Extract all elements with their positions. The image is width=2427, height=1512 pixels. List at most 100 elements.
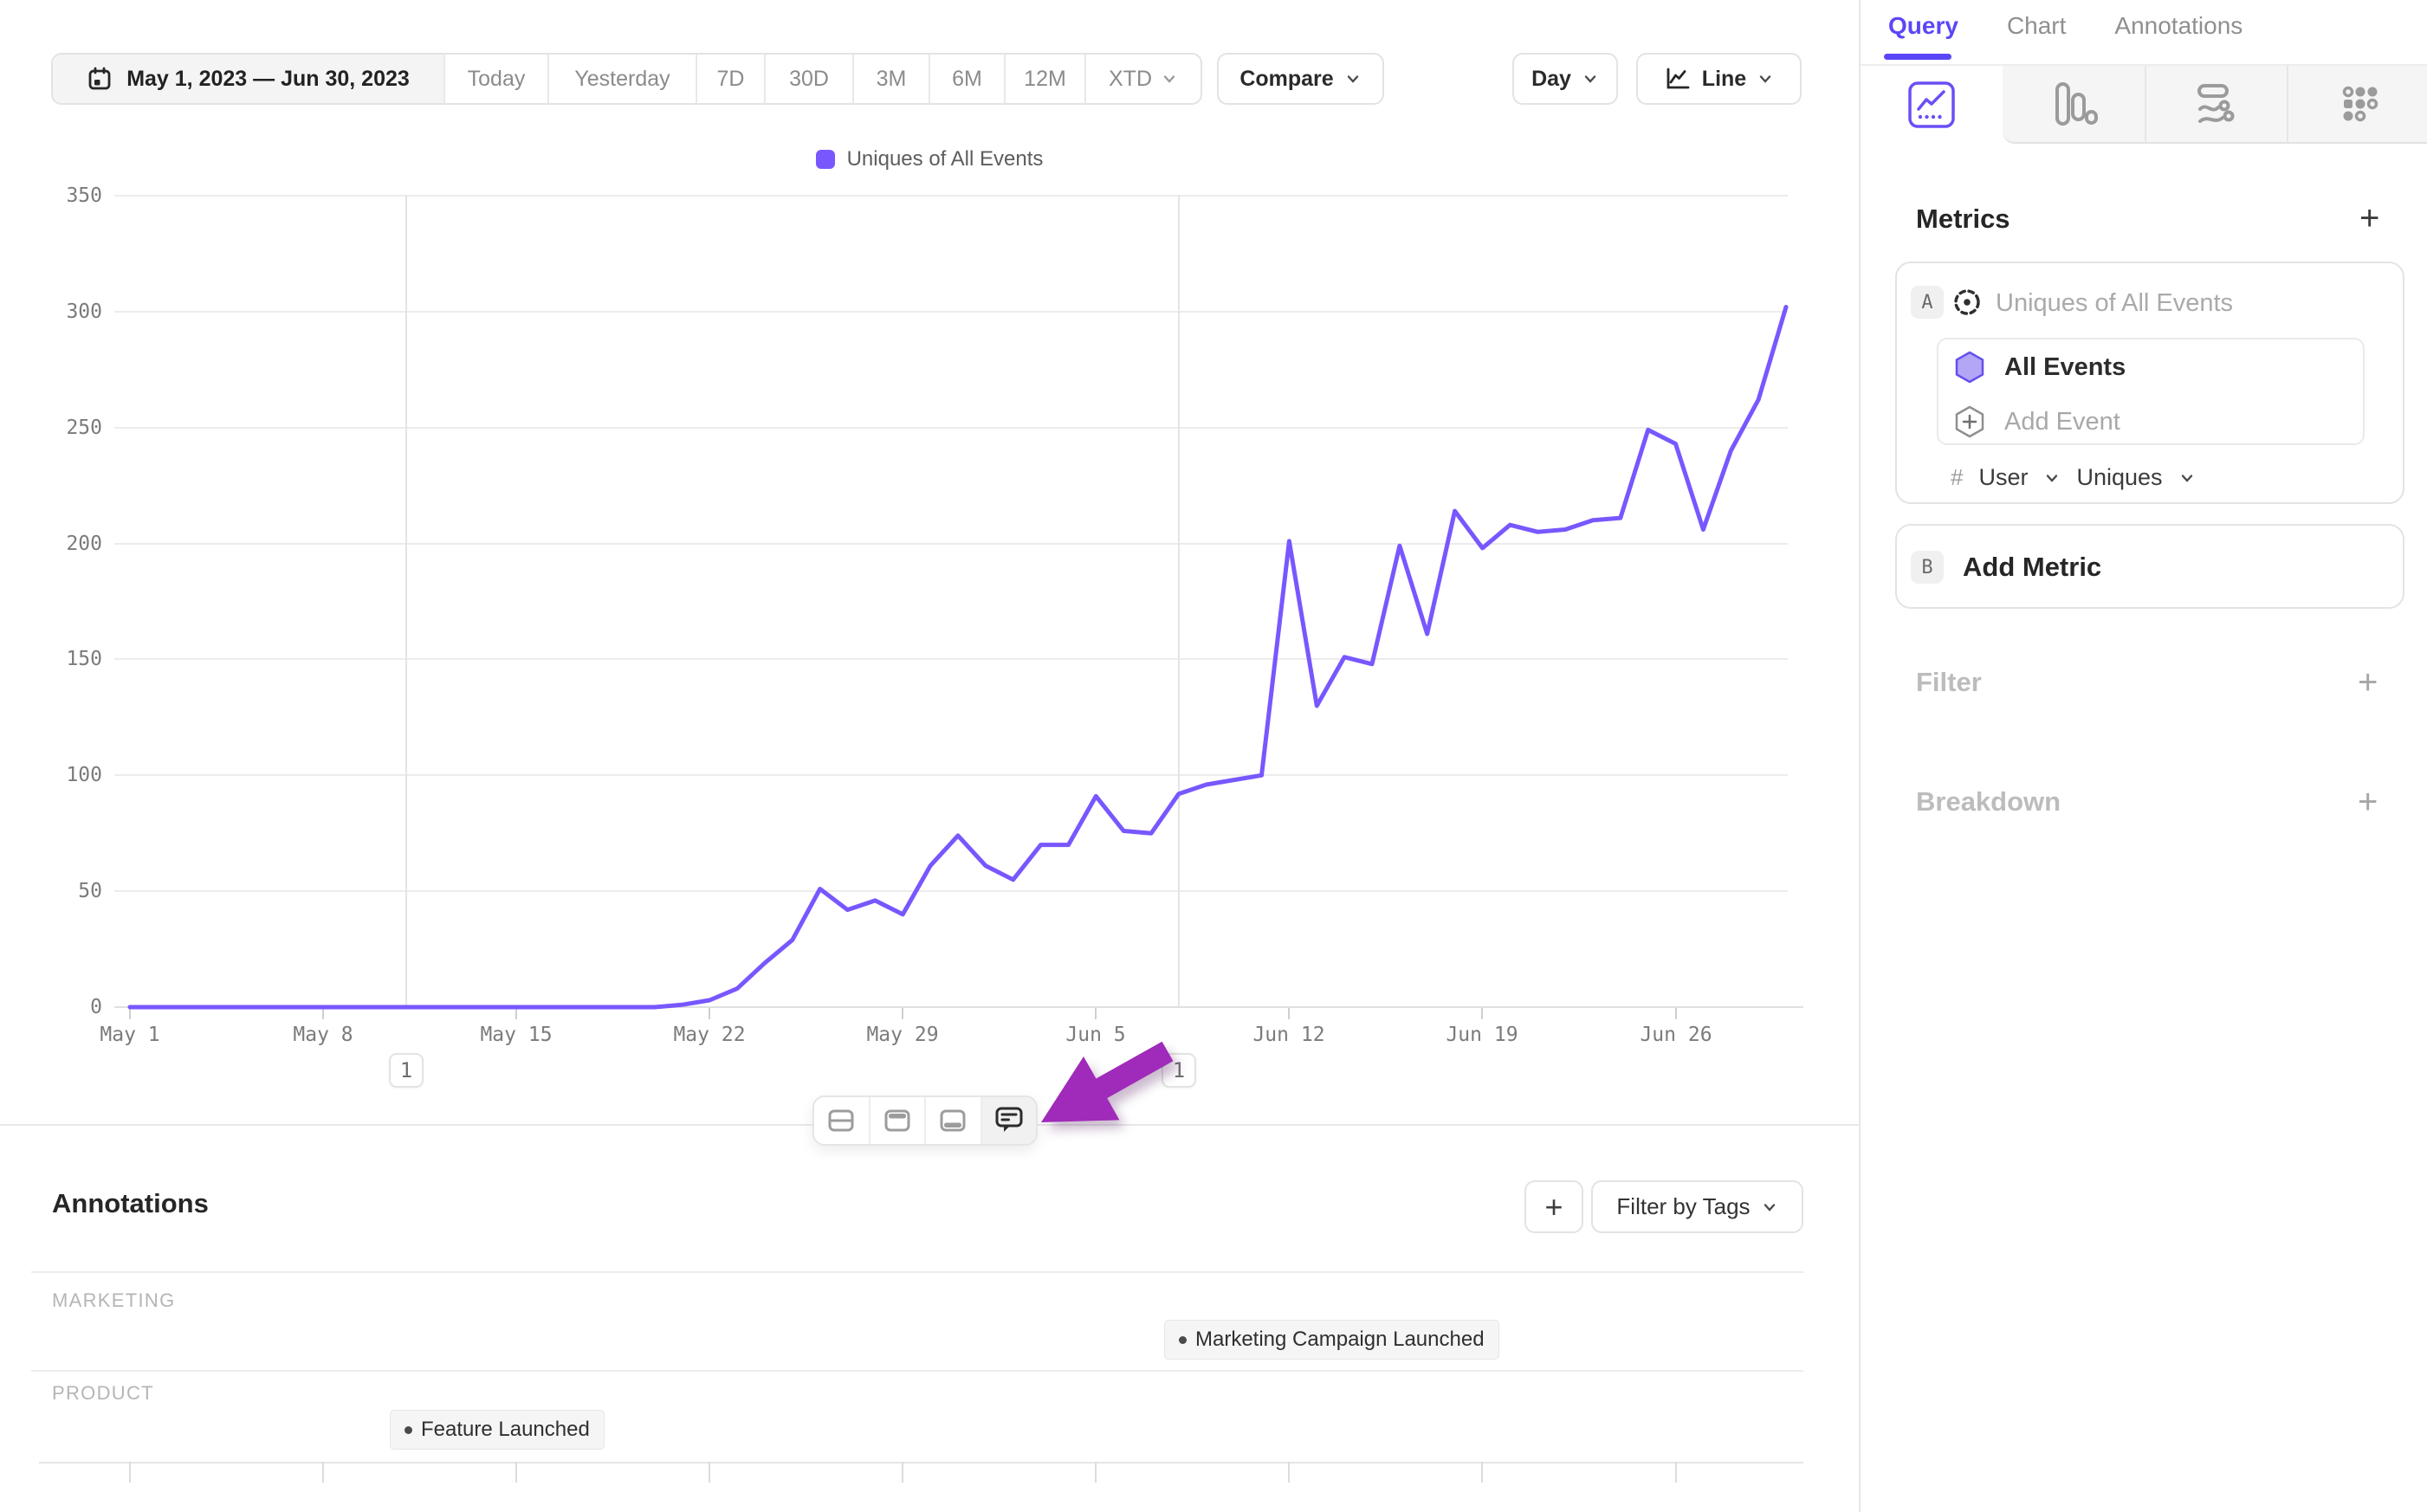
annotation-chip[interactable]: Marketing Campaign Launched <box>1164 1320 1499 1360</box>
y-axis-label: 0 <box>26 996 102 1018</box>
add-filter-button[interactable]: + <box>2358 665 2378 700</box>
chevron-down-icon <box>1757 70 1774 87</box>
add-breakdown-button[interactable]: + <box>2358 785 2378 819</box>
y-axis-label: 300 <box>26 300 102 323</box>
granularity-button[interactable]: Day <box>1512 53 1618 105</box>
x-axis-label: Jun 26 <box>1615 1024 1737 1046</box>
comment-annotation-button[interactable] <box>981 1097 1037 1144</box>
annotation-count-badge[interactable]: 1 <box>1162 1053 1196 1088</box>
chevron-down-icon <box>2043 469 2061 487</box>
viz-tab-metrics-grid[interactable] <box>2287 66 2427 144</box>
add-annotation-button[interactable]: + <box>1524 1180 1583 1233</box>
timeline-tick <box>709 1462 710 1483</box>
y-axis-label: 250 <box>26 417 102 439</box>
viz-tab-flow[interactable] <box>2145 66 2287 144</box>
layout-top-icon <box>883 1106 912 1135</box>
annotation-chip[interactable]: Feature Launched <box>390 1410 605 1450</box>
preset-3m[interactable]: 3M <box>852 55 929 103</box>
breakdown-section-label: Breakdown <box>1916 786 2061 817</box>
add-metric-label: Add Metric <box>1963 552 2101 583</box>
chevron-down-icon <box>1582 70 1599 87</box>
x-axis-label: May 1 <box>69 1024 191 1046</box>
active-tab-underline <box>1884 54 1951 60</box>
annotation-row-divider <box>31 1271 1803 1273</box>
y-gridline <box>114 543 1788 545</box>
preset-7d[interactable]: 7D <box>696 55 764 103</box>
tab-query[interactable]: Query <box>1888 12 1958 40</box>
x-axis-tick <box>322 1008 324 1019</box>
y-gridline <box>114 311 1788 313</box>
x-axis-tick <box>129 1008 131 1019</box>
aggregation-selector: # User Uniques <box>1951 464 2196 491</box>
x-axis-label: Jun 12 <box>1228 1024 1349 1046</box>
timeline-tick <box>1675 1462 1677 1483</box>
metric-config-icon[interactable] <box>1951 286 1984 319</box>
uniques-series-line <box>0 0 1859 1512</box>
date-range-button[interactable]: May 1, 2023 — Jun 30, 2023 <box>53 55 443 103</box>
event-row-all-events[interactable]: All Events <box>1952 350 2126 384</box>
timeline-tick <box>1095 1462 1097 1483</box>
add-event-row[interactable]: Add Event <box>1952 404 2120 439</box>
layout-top-button[interactable] <box>869 1097 925 1144</box>
add-metric-plus-button[interactable]: + <box>2359 201 2379 236</box>
tab-chart[interactable]: Chart <box>2007 12 2066 40</box>
annotation-marker-line <box>405 196 407 1007</box>
preset-30d[interactable]: 30D <box>764 55 852 103</box>
comment-icon <box>994 1105 1024 1136</box>
x-axis-tick <box>1481 1008 1483 1019</box>
viz-tab-bar[interactable] <box>2003 66 2145 144</box>
annotations-section-title: Annotations <box>52 1188 209 1219</box>
metrics-section-title: Metrics <box>1916 204 2010 235</box>
annotation-group-product: PRODUCT <box>52 1382 154 1405</box>
timeline-tick <box>1481 1462 1483 1483</box>
filter-by-tags-button[interactable]: Filter by Tags <box>1591 1180 1803 1233</box>
calendar-icon <box>87 66 113 92</box>
date-range-control: May 1, 2023 — Jun 30, 2023 Today Yesterd… <box>51 53 1202 105</box>
annotation-count-badge[interactable]: 1 <box>389 1053 424 1088</box>
chevron-down-icon <box>1761 1199 1778 1216</box>
preset-12m[interactable]: 12M <box>1004 55 1084 103</box>
preset-today[interactable]: Today <box>443 55 547 103</box>
x-axis-tick <box>1288 1008 1290 1019</box>
y-gridline <box>114 890 1788 892</box>
x-axis-tick <box>1675 1008 1677 1019</box>
insights-line-icon <box>1907 81 1956 129</box>
sidebar-tabs: Query Chart Annotations <box>1888 12 2243 40</box>
metric-a-name[interactable]: Uniques of All Events <box>1996 289 2233 318</box>
annotations-timeline-axis <box>39 1462 1803 1464</box>
compare-button[interactable]: Compare <box>1217 53 1384 105</box>
chart-type-button[interactable]: Line <box>1636 53 1802 105</box>
agg-entity-dropdown[interactable]: User <box>1978 464 2028 491</box>
x-axis <box>114 1006 1803 1008</box>
preset-6m[interactable]: 6M <box>929 55 1004 103</box>
annotation-dot <box>404 1426 412 1434</box>
viz-tab-insights-line[interactable] <box>1861 66 2003 144</box>
report-main-area: May 1, 2023 — Jun 30, 2023 Today Yesterd… <box>0 0 1859 1512</box>
add-metric-card[interactable]: B Add Metric <box>1895 524 2404 609</box>
layout-bottom-button[interactable] <box>924 1097 981 1144</box>
annotation-marker-line <box>1178 196 1180 1007</box>
metrics-grid-icon <box>2334 80 2383 128</box>
x-axis-label: Jun 5 <box>1035 1024 1156 1046</box>
timeline-tick <box>902 1462 903 1483</box>
events-list-card: All Events Add Event <box>1937 338 2365 445</box>
count-symbol: # <box>1951 464 1963 491</box>
chevron-down-icon <box>1161 70 1178 87</box>
layout-rows-icon <box>826 1106 856 1135</box>
tab-annotations[interactable]: Annotations <box>2114 12 2243 40</box>
layout-rows-button[interactable] <box>814 1097 869 1144</box>
flow-icon <box>2192 80 2241 128</box>
y-axis-label: 350 <box>26 184 102 207</box>
timeline-tick <box>1288 1462 1290 1483</box>
agg-type-dropdown[interactable]: Uniques <box>2076 464 2162 491</box>
preset-yesterday[interactable]: Yesterday <box>547 55 696 103</box>
visualization-tabs <box>1861 66 2427 144</box>
x-axis-label: Jun 19 <box>1421 1024 1543 1046</box>
date-range-label: May 1, 2023 — Jun 30, 2023 <box>126 67 410 92</box>
chart-legend[interactable]: Uniques of All Events <box>0 147 1859 171</box>
y-axis-label: 200 <box>26 533 102 555</box>
chevron-down-icon <box>1344 70 1362 87</box>
x-axis-label: May 29 <box>842 1024 963 1046</box>
layout-bottom-icon <box>938 1106 968 1135</box>
preset-xtd-dropdown[interactable]: XTD <box>1084 55 1201 103</box>
